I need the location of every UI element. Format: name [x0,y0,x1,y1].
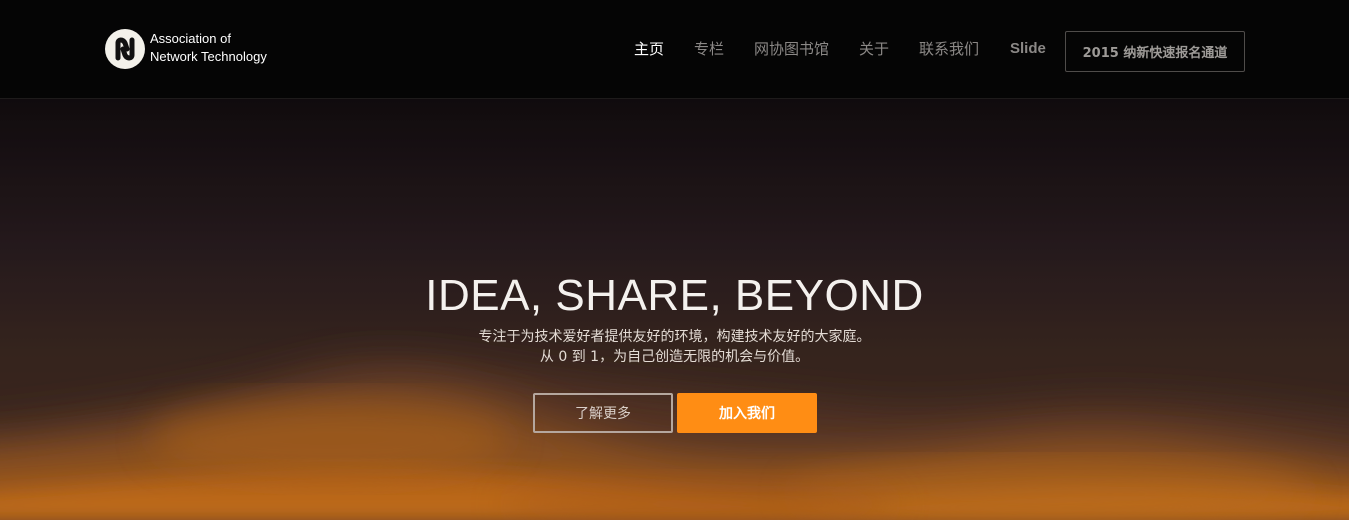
quick-signup-button[interactable]: 2015 纳新快速报名通道 [1065,31,1245,72]
learn-more-button[interactable]: 了解更多 [533,393,673,433]
brand-name-line2: Network Technology [150,48,267,64]
brand-name: Association of Network Technology [150,30,267,66]
hero-title: IDEA, SHARE, BEYOND [425,271,924,320]
join-us-button[interactable]: 加入我们 [677,393,817,433]
nav-item-slide[interactable]: Slide [1010,39,1046,59]
hero-section: IDEA, SHARE, BEYOND 专注于为技术爱好者提供友好的环境，构建技… [0,99,1349,520]
brand-logo-link[interactable]: Association of Network Technology [105,29,267,69]
nav-item-about[interactable]: 关于 [859,39,889,59]
nav-item-column[interactable]: 专栏 [694,39,724,59]
association-logo-icon [105,29,145,69]
brand-name-line1: Association of [150,30,231,46]
hero-subtitle-line2: 从 0 到 1，为自己创造无限的机会与价值。 [539,349,810,365]
page: Association of Network Technology 主页 专栏 … [0,0,1349,520]
nav-item-contact[interactable]: 联系我们 [919,39,979,59]
navbar: Association of Network Technology 主页 专栏 … [0,0,1349,99]
hero-subtitle-line1: 专注于为技术爱好者提供友好的环境，构建技术友好的大家庭。 [478,329,871,345]
nav-item-home[interactable]: 主页 [634,39,664,59]
nav-item-library[interactable]: 网协图书馆 [754,39,829,59]
